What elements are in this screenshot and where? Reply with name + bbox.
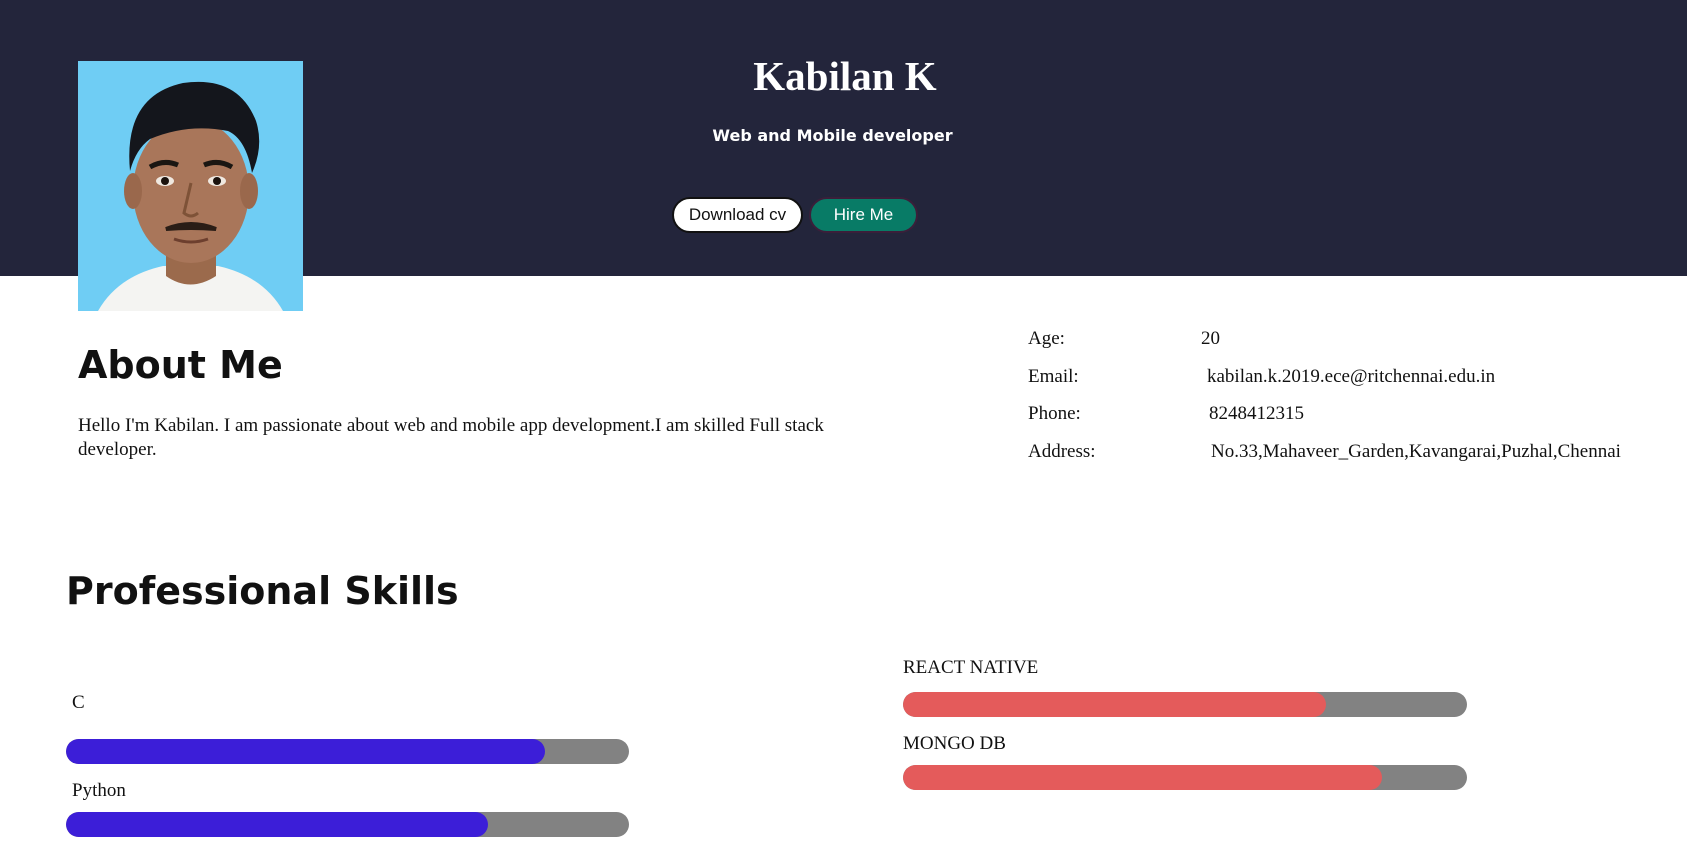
info-label: Age:: [1028, 328, 1065, 349]
skill-bar-c: [66, 739, 629, 764]
skill-fill-react-native: [903, 692, 1326, 717]
phone-value: 8248412315: [1209, 403, 1304, 424]
profile-photo: [78, 61, 303, 311]
skill-bar-python: [66, 812, 629, 837]
age-value: 20: [1201, 328, 1220, 349]
skill-fill-python: [66, 812, 489, 837]
skill-label-react-native: REACT NATIVE: [903, 657, 1039, 678]
info-label: Phone:: [1028, 403, 1081, 424]
skill-fill-c: [66, 739, 545, 764]
hire-me-button[interactable]: Hire Me: [809, 197, 918, 233]
about-text: Hello I'm Kabilan. I am passionate about…: [78, 415, 824, 460]
info-label: Address:: [1028, 440, 1096, 462]
skill-bar-mongo-db: [903, 765, 1467, 790]
address-value: No.33,Mahaveer_Garden,Kavangarai,Puzhal,…: [1211, 440, 1621, 462]
skill-fill-mongo-db: [903, 765, 1383, 790]
skill-label-python: Python: [72, 780, 126, 801]
skill-label-mongo-db: MONGO DB: [903, 733, 1006, 754]
profile-subtitle: Web and Mobile developer: [712, 126, 953, 145]
skills-title: Professional Skills: [66, 569, 459, 613]
info-label: Email:: [1028, 365, 1079, 387]
profile-name: Kabilan K: [753, 53, 937, 99]
about-title: About Me: [78, 343, 283, 387]
skill-bar-react-native: [903, 692, 1467, 717]
download-cv-button[interactable]: Download cv: [672, 197, 803, 233]
skill-label-c: C: [72, 692, 85, 713]
email-value: kabilan.k.2019.ece@ritchennai.edu.in: [1207, 365, 1496, 387]
